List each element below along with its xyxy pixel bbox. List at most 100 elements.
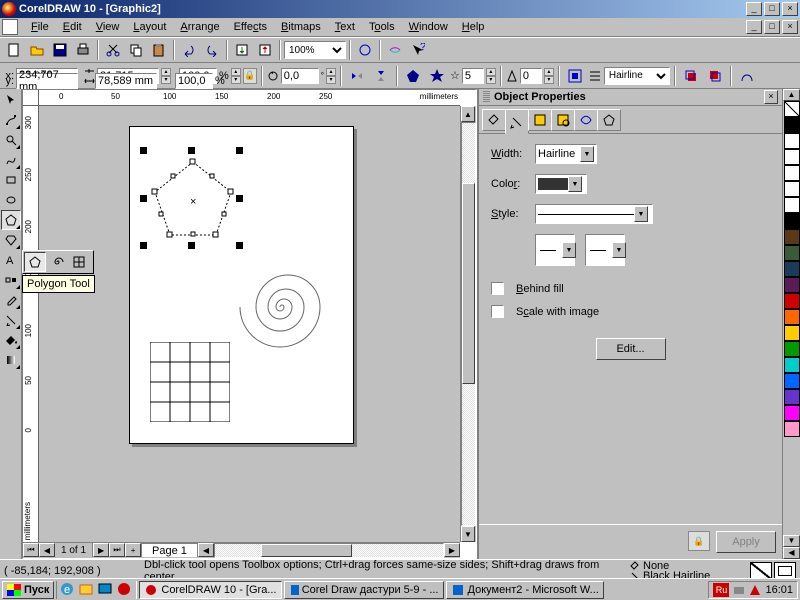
- menu-tools[interactable]: Tools: [362, 19, 402, 35]
- spiral-shape[interactable]: [225, 252, 335, 362]
- corel-online-button[interactable]: [384, 39, 406, 61]
- flyout-spiral-button[interactable]: [46, 252, 68, 272]
- import-button[interactable]: [231, 39, 253, 61]
- rotation-field[interactable]: 0,0: [281, 68, 319, 84]
- task-button[interactable]: Документ2 - Microsoft W...: [446, 581, 604, 599]
- zoom-select[interactable]: 100%: [284, 41, 346, 59]
- start-arrow-select[interactable]: ▼: [535, 234, 575, 266]
- y-field[interactable]: 234,707 mm: [16, 73, 78, 89]
- h-field[interactable]: 78,589 mm: [95, 73, 157, 89]
- new-button[interactable]: [3, 39, 25, 61]
- scroll-left-button[interactable]: ◀: [198, 543, 214, 557]
- swatch[interactable]: [784, 405, 800, 421]
- undo-button[interactable]: [178, 39, 200, 61]
- scale-with-image-checkbox[interactable]: [491, 305, 504, 318]
- tab-internet[interactable]: [574, 109, 598, 131]
- convert-curves-button[interactable]: [736, 65, 758, 87]
- ruler-vertical[interactable]: 300 250 200 150 100 50 0 millimeters: [23, 106, 39, 542]
- swatch[interactable]: [784, 133, 800, 149]
- selection-handle[interactable]: [140, 195, 147, 202]
- edit-button[interactable]: Edit...: [596, 338, 666, 360]
- shape-tool[interactable]: [1, 110, 21, 130]
- start-button[interactable]: Пуск: [2, 581, 54, 599]
- swatch[interactable]: [784, 421, 800, 437]
- add-page-button[interactable]: +: [125, 543, 141, 557]
- scroll-down-button[interactable]: ▼: [461, 526, 475, 542]
- whatsthis-button[interactable]: ?: [407, 39, 429, 61]
- ellipse-tool[interactable]: [1, 190, 21, 210]
- status-fill-swatch[interactable]: [750, 562, 772, 580]
- zoom-tool[interactable]: [1, 130, 21, 150]
- swatch[interactable]: [784, 341, 800, 357]
- menu-file[interactable]: File: [24, 19, 56, 35]
- swatch[interactable]: [784, 261, 800, 277]
- pentagon-shape[interactable]: ×: [148, 157, 238, 242]
- tab-outline[interactable]: [505, 109, 529, 134]
- width-select[interactable]: Hairline▼: [535, 144, 597, 164]
- polygon-type-button[interactable]: [402, 65, 424, 87]
- star-type-button[interactable]: [426, 65, 448, 87]
- lock-aspect-button[interactable]: 🔒: [243, 68, 257, 84]
- ql-outlook-icon[interactable]: [78, 581, 96, 599]
- to-back-button[interactable]: [704, 65, 726, 87]
- swatch[interactable]: [784, 181, 800, 197]
- behind-fill-checkbox[interactable]: [491, 282, 504, 295]
- redo-button[interactable]: [201, 39, 223, 61]
- save-button[interactable]: [49, 39, 71, 61]
- apply-button[interactable]: Apply: [716, 531, 776, 553]
- sx-spinner[interactable]: ▴▾: [231, 68, 241, 84]
- swatch[interactable]: [784, 357, 800, 373]
- print-button[interactable]: [72, 39, 94, 61]
- first-page-button[interactable]: ⏮: [23, 543, 39, 557]
- freehand-tool[interactable]: [1, 150, 21, 170]
- scroll-right-button[interactable]: ▶: [444, 543, 460, 557]
- menu-effects[interactable]: Effects: [227, 19, 274, 35]
- sharpness-field[interactable]: 0: [520, 68, 542, 84]
- to-front-button[interactable]: [680, 65, 702, 87]
- tab-general[interactable]: [528, 109, 552, 131]
- swatch[interactable]: [784, 117, 800, 133]
- tab-fill[interactable]: [482, 109, 506, 131]
- swatch[interactable]: [784, 277, 800, 293]
- ql-ie-icon[interactable]: e: [59, 581, 77, 599]
- rectangle-tool[interactable]: [1, 170, 21, 190]
- palette-expand-button[interactable]: ◀: [783, 547, 800, 559]
- panel-grip[interactable]: [483, 91, 490, 103]
- basic-shapes-tool[interactable]: [1, 230, 21, 250]
- swatch[interactable]: [784, 373, 800, 389]
- color-select[interactable]: ▼: [535, 174, 587, 194]
- selection-handle[interactable]: [236, 147, 243, 154]
- panel-close-button[interactable]: ×: [764, 90, 778, 104]
- open-button[interactable]: [26, 39, 48, 61]
- selection-handle[interactable]: [140, 147, 147, 154]
- mirror-v-button[interactable]: [370, 65, 392, 87]
- ql-channels-icon[interactable]: [116, 581, 134, 599]
- paste-button[interactable]: [148, 39, 170, 61]
- menu-help[interactable]: Help: [455, 19, 492, 35]
- lock-button[interactable]: 🔒: [688, 531, 710, 551]
- pick-tool[interactable]: [1, 90, 21, 110]
- menu-edit[interactable]: Edit: [56, 19, 89, 35]
- points-field[interactable]: 5: [462, 68, 484, 84]
- text-tool[interactable]: A: [1, 250, 21, 270]
- palette-up-button[interactable]: ▲: [783, 89, 800, 101]
- close-button[interactable]: ×: [782, 2, 798, 16]
- last-page-button[interactable]: ⏭: [109, 543, 125, 557]
- points-spinner[interactable]: ▴▾: [486, 68, 496, 84]
- canvas[interactable]: ×: [39, 106, 460, 542]
- wrap-button[interactable]: [564, 65, 586, 87]
- minimize-button[interactable]: _: [746, 2, 762, 16]
- ruler-origin[interactable]: [23, 90, 39, 106]
- vscrollbar[interactable]: ▲ ▼: [460, 106, 476, 542]
- maximize-button[interactable]: □: [764, 2, 780, 16]
- polygon-tool[interactable]: [1, 210, 21, 230]
- grid-shape[interactable]: [150, 342, 230, 422]
- ql-desktop-icon[interactable]: [97, 581, 115, 599]
- outline-width-select[interactable]: Hairline: [604, 67, 670, 85]
- menu-arrange[interactable]: Arrange: [173, 19, 226, 35]
- rot-spinner[interactable]: ▴▾: [326, 68, 336, 84]
- flyout-polygon-button[interactable]: [24, 252, 46, 272]
- task-button[interactable]: CorelDRAW 10 - [Gra...: [139, 581, 281, 599]
- appdata-button[interactable]: [354, 39, 376, 61]
- tab-detail[interactable]: [551, 109, 575, 131]
